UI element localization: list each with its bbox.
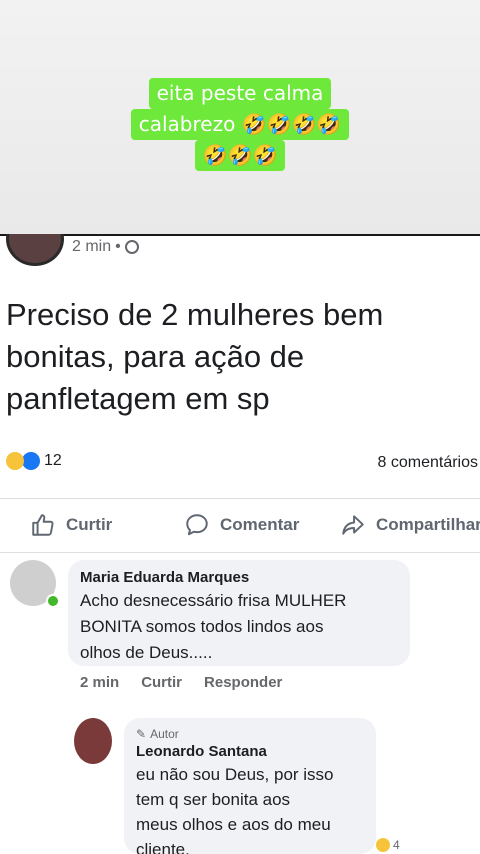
comment-text-line: cliente. <box>136 840 190 854</box>
caption-line: calabrezo 🤣🤣🤣🤣 <box>130 109 350 140</box>
comment-reaction[interactable]: 4 <box>376 838 400 852</box>
comment-reaction-count: 4 <box>393 838 400 852</box>
comment-bubble: ✎ Autor Leonardo Santana eu não sou Deus… <box>124 718 376 854</box>
comment-text-line: tem q ser bonita aos <box>136 790 291 809</box>
author-tag-label: Autor <box>150 727 179 741</box>
facebook-post: 2 min • Preciso de 2 mulheres bem bonita… <box>0 234 480 854</box>
author-tag: ✎ Autor <box>136 726 364 742</box>
video-caption-area: eita peste calma calabrezo 🤣🤣🤣🤣 🤣🤣🤣 <box>0 0 480 234</box>
haha-reaction-icon <box>6 452 24 470</box>
like-reaction-icon <box>22 452 40 470</box>
comment-text-line: meus olhos e aos do meu <box>136 815 331 834</box>
comment-text-line: eu não sou Deus, por isso <box>136 765 334 784</box>
pencil-icon: ✎ <box>136 727 147 741</box>
reply-item: ✎ Autor Leonardo Santana eu não sou Deus… <box>0 234 480 854</box>
caption-line: 🤣🤣🤣 <box>194 140 286 171</box>
comment-author[interactable]: Leonardo Santana <box>136 742 364 762</box>
caption-overlay: eita peste calma calabrezo 🤣🤣🤣🤣 🤣🤣🤣 <box>0 78 480 171</box>
haha-reaction-icon <box>376 838 390 852</box>
caption-line: eita peste calma <box>148 78 332 109</box>
avatar[interactable] <box>74 718 112 764</box>
